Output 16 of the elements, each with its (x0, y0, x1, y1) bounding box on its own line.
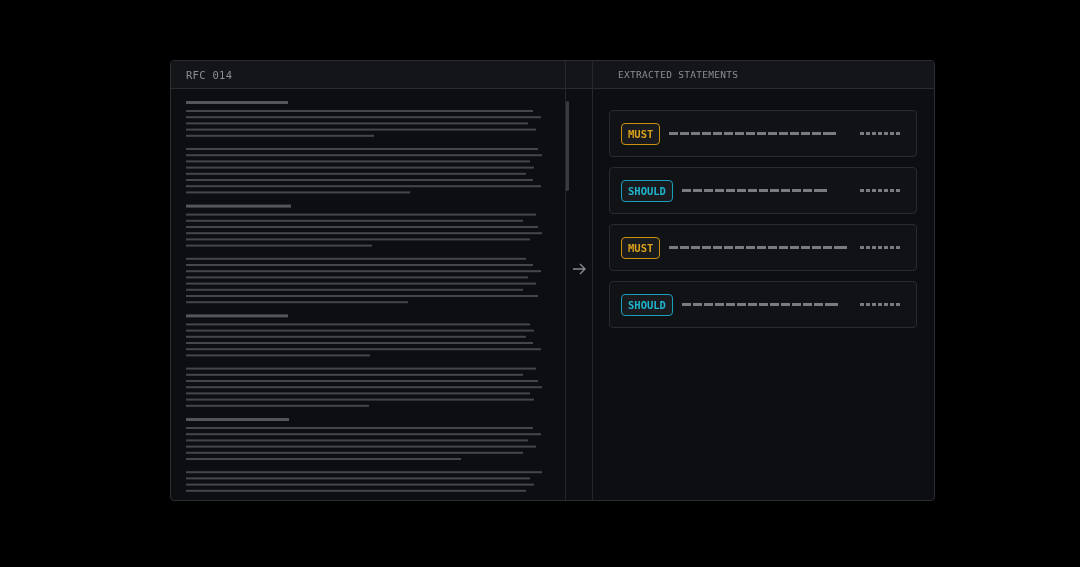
statement-card[interactable]: SHOULD (609, 167, 917, 214)
scrollbar-thumb[interactable] (566, 101, 569, 191)
statement-tag: SHOULD (621, 179, 673, 202)
document-title: RFC 014 (185, 68, 233, 81)
statement-card[interactable]: SHOULD (609, 281, 917, 328)
placeholder-value-drawing (860, 303, 902, 306)
placeholder-value-drawing (860, 246, 902, 249)
statement-tag: MUST (621, 122, 661, 145)
panel-title: EXTRACTED STATEMENTS (617, 69, 739, 80)
statement-tag: SHOULD (621, 293, 673, 316)
arrow-icon (572, 262, 586, 275)
placeholder-value-drawing (860, 132, 902, 135)
statement-card[interactable]: MUST (609, 224, 917, 271)
statement-tag: MUST (621, 236, 661, 259)
placeholder-value-drawing (860, 189, 902, 192)
statement-card[interactable]: MUST (609, 110, 917, 157)
